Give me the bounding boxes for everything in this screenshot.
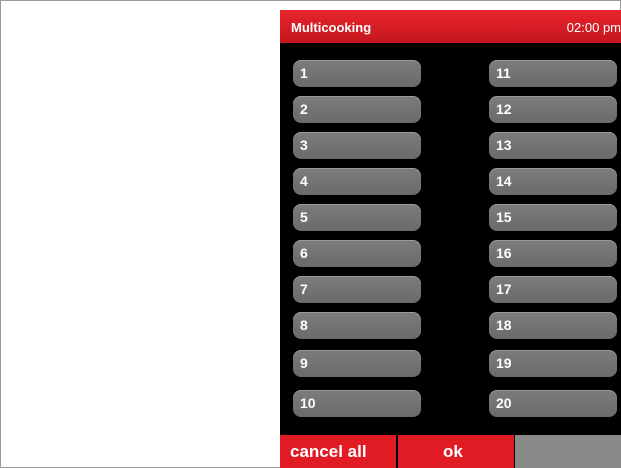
timer-slot-11[interactable]: 11 [489, 60, 617, 87]
footer-bar: cancel all ok [280, 435, 621, 468]
title-bar: Multicooking 02:00 pm [280, 10, 621, 43]
timer-slot-2[interactable]: 2 [293, 96, 421, 123]
timer-slot-13[interactable]: 13 [489, 132, 617, 159]
clock: 02:00 pm [566, 20, 621, 35]
timer-slot-18[interactable]: 18 [489, 312, 617, 339]
timer-slot-3[interactable]: 3 [293, 132, 421, 159]
timer-slot-15[interactable]: 15 [489, 204, 617, 231]
timer-slot-1[interactable]: 1 [293, 60, 421, 87]
timer-slot-6[interactable]: 6 [293, 240, 421, 267]
timer-slot-5[interactable]: 5 [293, 204, 421, 231]
timer-slot-4[interactable]: 4 [293, 168, 421, 195]
cancel-all-button[interactable]: cancel all [280, 435, 396, 468]
timer-slot-14[interactable]: 14 [489, 168, 617, 195]
footer-spare-button [515, 435, 621, 468]
screen-title: Multicooking [291, 20, 372, 35]
timer-slot-19[interactable]: 19 [489, 350, 617, 377]
timer-slot-10[interactable]: 10 [293, 390, 421, 417]
timer-slot-16[interactable]: 16 [489, 240, 617, 267]
ok-button[interactable]: ok [398, 435, 514, 468]
multicooking-screen: Multicooking 02:00 pm 1 2 3 4 5 6 7 8 9 10 11 12 13 1… [280, 10, 621, 468]
timer-slot-8[interactable]: 8 [293, 312, 421, 339]
timer-slot-7[interactable]: 7 [293, 276, 421, 303]
timer-slot-17[interactable]: 17 [489, 276, 617, 303]
timer-slot-9[interactable]: 9 [293, 350, 421, 377]
timer-slot-12[interactable]: 12 [489, 96, 617, 123]
timer-slot-20[interactable]: 20 [489, 390, 617, 417]
